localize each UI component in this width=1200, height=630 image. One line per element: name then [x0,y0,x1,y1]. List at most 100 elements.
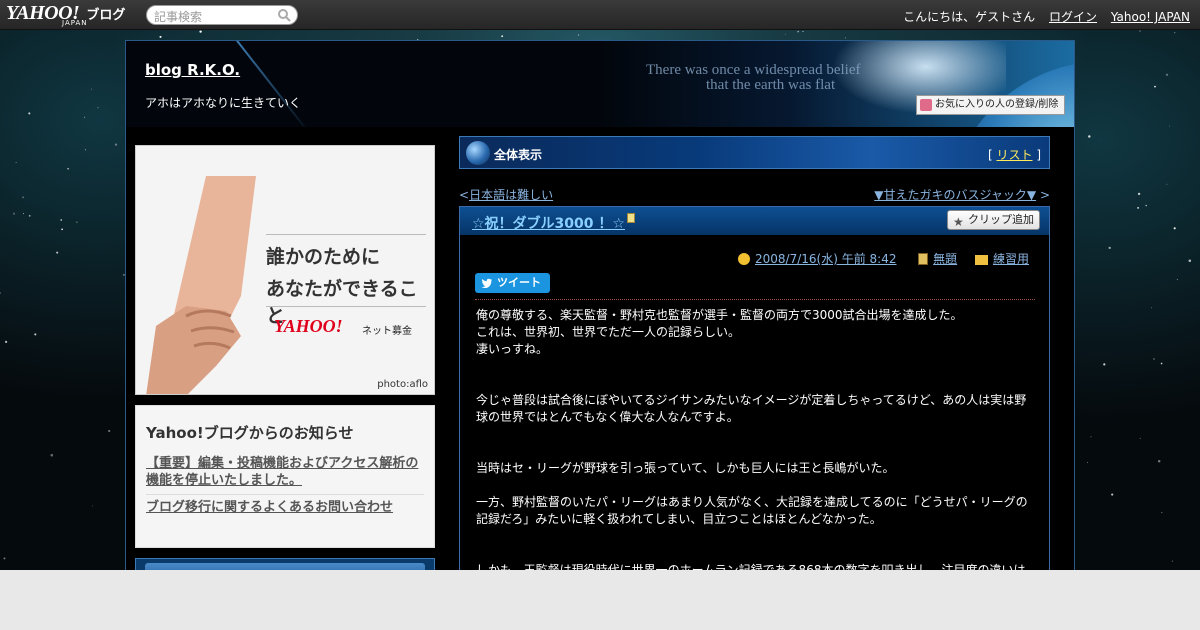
logo-blog-text: ブログ [86,8,126,23]
star [3,557,6,560]
article-category-link[interactable]: 練習用 [993,252,1029,266]
body-paragraph: しかも、王監督は現役時代に世界一のホームラン記録である868本の数字を叩き出し、… [476,563,1026,570]
list-view-link[interactable]: リスト [996,148,1032,162]
article-date-link[interactable]: 2008/7/16(水) 午前 8:42 [755,252,896,266]
yahoo-japan-link[interactable]: Yahoo! JAPAN [1111,10,1190,24]
star [97,107,99,109]
user-nav: こんにちは、ゲストさん ログイン Yahoo! JAPAN [903,8,1190,25]
star [61,228,63,231]
star [1090,436,1092,438]
next-mark: > [1039,188,1050,202]
logo-japan-text: JAPAN [62,19,88,27]
star [34,333,37,336]
ad-logo-subtitle: ネット募金 [362,326,412,337]
star [0,292,2,294]
list-bracket-close: ] [1036,148,1041,162]
page-bottom-area [0,570,1200,630]
search-icon[interactable] [277,8,291,22]
star [1111,493,1114,496]
body-paragraph: 一方、野村監督のいたパ・リーグはあまり人気がなく、大記録を達成してるのに「どうせ… [476,495,1028,526]
star [12,212,16,215]
clock-icon [738,253,750,265]
star [1157,460,1161,463]
article-divider [475,299,1035,300]
globe-icon [466,141,490,165]
star [108,429,111,433]
star [1173,227,1176,230]
favorite-register-label: お気に入りの人の登録/削除 [935,99,1059,110]
star [797,30,800,33]
body-paragraph: 俺の尊敬する、楽天監督・野村克也監督が選手・監督の両方で3000試合出場を達成し… [476,308,963,322]
star [159,35,162,38]
blog-header: There was once a widespread belief that … [126,41,1074,127]
list-view-control: [ リスト ] [988,146,1041,163]
search-box [146,5,298,26]
notice-link-1[interactable]: 【重要】編集・投稿機能およびアクセス解析の機能を停止いたしました。 [146,451,424,494]
star [1166,183,1168,185]
next-article: ▼甘えたガキのバスジャック▼ > [874,186,1050,203]
memo-icon [626,213,635,223]
star [1161,511,1163,514]
header-quote-line-2: that the earth was flat [706,77,836,93]
star [802,31,804,33]
star [1103,363,1106,366]
star [501,35,504,38]
ad-divider-bottom [266,306,426,307]
handshake-icon [146,176,256,394]
star [1171,560,1174,562]
prev-article-link[interactable]: 日本語は難しい [469,188,553,202]
star [1088,135,1091,138]
donation-ad-banner[interactable]: 誰かのために あなたができること YAHOO! ネット募金 photo:aflo [135,145,435,395]
tag-icon [918,253,929,265]
star [84,149,86,151]
blog-title-link[interactable]: blog R.K.O. [145,61,240,79]
star [1168,125,1171,127]
twitter-bird-icon [481,278,492,289]
star [1145,204,1147,207]
notice-box: Yahoo!ブログからのお知らせ 【重要】編集・投稿機能およびアクセス解析の機能… [135,405,435,548]
next-article-link[interactable]: ▼甘えたガキのバスジャック▼ [874,188,1036,202]
star [1087,461,1089,463]
star [28,214,31,217]
sidebar-widget-header [145,563,425,570]
yahoo-blog-logo[interactable]: YAHOO! JAPAN ブログ [6,2,126,27]
star [50,453,54,457]
sidebar-widget [135,558,435,570]
article-header: ☆祝！ダブル3000 ！☆ ★ クリップ追加 [460,207,1049,235]
body-paragraph: 当時はセ・リーグが野球を引っ張っていて、しかも巨人には王と長嶋がいた。 [476,461,895,475]
article-title-link[interactable]: ☆祝！ダブル3000 ！☆ [472,213,635,233]
favorite-register-button[interactable]: お気に入りの人の登録/削除 [916,95,1065,115]
clip-add-button[interactable]: ★ クリップ追加 [947,210,1040,230]
blog-container: There was once a widespread belief that … [125,40,1075,570]
global-header: YAHOO! JAPAN ブログ こんにちは、ゲストさん ログイン Yahoo!… [0,0,1200,30]
star [1188,259,1192,262]
star [28,112,31,115]
star [199,30,202,33]
article-title-text: ☆祝！ダブル3000 ！☆ [472,216,625,232]
blog-description: アホはアホなりに生きていく [145,96,302,110]
search-input[interactable] [154,8,274,26]
tweet-label: ツイート [497,276,541,289]
star [84,116,86,118]
star [114,143,118,146]
heart-icon [920,99,932,111]
list-bracket-open: [ [987,148,993,162]
notice-link-2[interactable]: ブログ移行に関するよくあるお問い合わせ [146,495,424,521]
header-quote-line-1: There was once a widespread belief [646,62,861,78]
prev-mark: < [459,188,470,202]
tweet-button[interactable]: ツイート [475,273,550,293]
star [1137,192,1141,196]
star [60,219,62,221]
star [1174,32,1176,34]
login-link[interactable]: ログイン [1049,10,1097,24]
star [15,161,17,164]
body-paragraph: これは、世界初、世界でただ一人の記録らしい。 [476,325,741,339]
header-light-beam [236,41,312,127]
star [1154,85,1156,88]
article-tag-link[interactable]: 無題 [933,252,957,266]
star [1150,307,1152,309]
page-background: YAHOO! JAPAN ブログ こんにちは、ゲストさん ログイン Yahoo!… [0,0,1200,570]
star [844,37,846,39]
